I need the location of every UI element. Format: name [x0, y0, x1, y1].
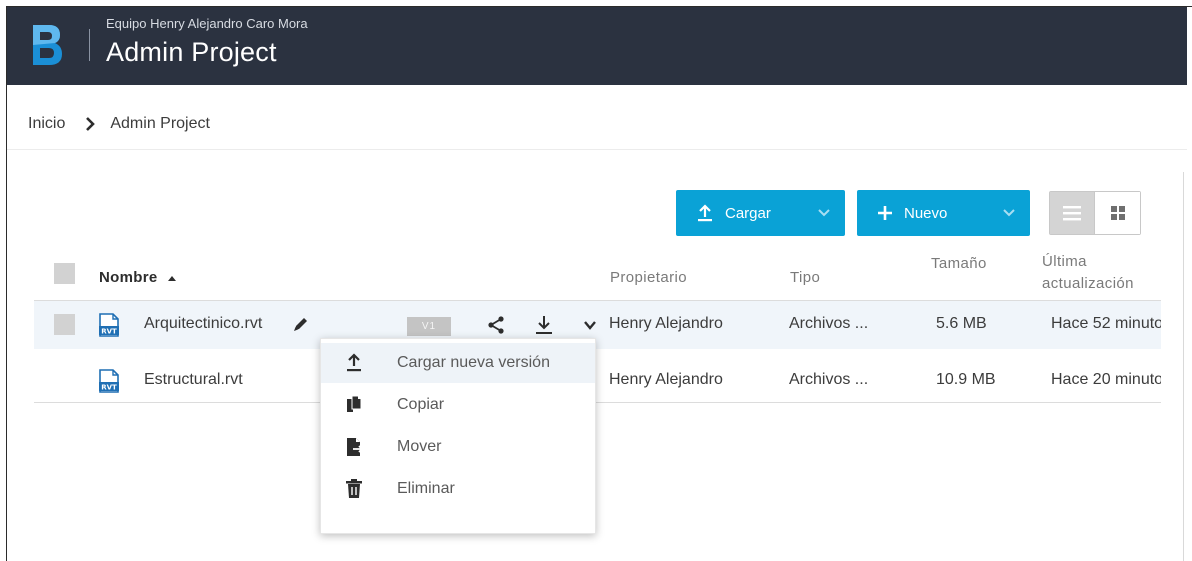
size-cell: 5.6 MB	[936, 315, 987, 332]
file-name-link[interactable]: Estructural.rvt	[144, 371, 243, 389]
menu-item-move[interactable]: Mover	[321, 427, 595, 467]
upload-main-action[interactable]: Cargar	[676, 190, 771, 236]
upload-button[interactable]: Cargar	[676, 190, 845, 236]
table-row[interactable]: RVT Arquitectinico.rvt V1 Henry Alejandr…	[34, 301, 1161, 349]
updated-cell: Hace 52 minutos	[1051, 315, 1161, 332]
breadcrumb-home-link[interactable]: Inicio	[28, 115, 65, 133]
version-badge[interactable]: V1	[407, 317, 451, 336]
list-view-icon	[1063, 206, 1081, 221]
trash-icon	[346, 479, 362, 498]
divider	[7, 149, 1187, 150]
table-row[interactable]: RVT Estructural.rvt Henry Alejandro Arch…	[34, 357, 1161, 403]
updated-cell: Hace 20 minutos	[1051, 371, 1161, 388]
upload-button-label: Cargar	[725, 204, 771, 222]
chevron-down-icon[interactable]	[583, 320, 597, 331]
header-divider	[89, 29, 90, 61]
menu-item-label: Cargar nueva versión	[397, 354, 550, 371]
menu-item-delete[interactable]: Eliminar	[321, 469, 595, 509]
new-button[interactable]: Nuevo	[857, 190, 1030, 236]
column-header-size[interactable]: Tamaño	[931, 255, 987, 272]
column-header-name-label: Nombre	[99, 269, 158, 286]
menu-item-copy[interactable]: Copiar	[321, 385, 595, 425]
grid-view-button[interactable]	[1095, 192, 1140, 234]
app-window: Equipo Henry Alejandro Caro Mora Admin P…	[6, 6, 1192, 561]
breadcrumb-current: Admin Project	[110, 115, 210, 132]
copy-icon	[347, 395, 362, 412]
upload-icon	[698, 204, 712, 222]
menu-item-label: Eliminar	[397, 480, 455, 497]
chevron-down-icon[interactable]	[817, 207, 831, 219]
type-cell: Archivos ...	[789, 371, 869, 388]
view-toggle	[1049, 191, 1141, 235]
column-header-updated-line1: Última	[1042, 253, 1087, 270]
pencil-icon[interactable]	[292, 315, 310, 333]
chevron-right-icon	[86, 117, 96, 131]
menu-item-label: Mover	[397, 438, 442, 455]
owner-cell: Henry Alejandro	[609, 315, 723, 332]
plus-icon	[878, 206, 892, 220]
bim360-logo-icon[interactable]	[29, 23, 65, 67]
download-icon[interactable]	[534, 314, 554, 336]
column-header-updated[interactable]: Última actualización	[1042, 251, 1134, 295]
breadcrumb: Inicio Admin Project	[28, 113, 210, 135]
sort-up-icon	[168, 275, 177, 281]
file-icon-text: RVT	[101, 328, 117, 336]
menu-item-label: Copiar	[397, 396, 445, 413]
move-file-icon	[347, 438, 364, 456]
upload-icon	[347, 353, 361, 372]
share-icon[interactable]	[486, 315, 506, 335]
size-cell: 10.9 MB	[936, 371, 996, 388]
column-header-owner[interactable]: Propietario	[610, 269, 687, 286]
file-icon-text: RVT	[101, 384, 117, 392]
row-checkbox[interactable]	[54, 314, 75, 335]
rvt-file-icon: RVT	[99, 313, 119, 337]
column-header-type[interactable]: Tipo	[790, 269, 820, 286]
header-bar: Equipo Henry Alejandro Caro Mora Admin P…	[7, 7, 1187, 85]
new-button-label: Nuevo	[904, 204, 948, 222]
list-view-button[interactable]	[1050, 192, 1096, 234]
select-all-checkbox[interactable]	[54, 263, 75, 284]
panel-edge	[1183, 172, 1187, 561]
owner-cell: Henry Alejandro	[609, 371, 723, 388]
column-header-name[interactable]: Nombre	[99, 269, 177, 286]
file-name-link[interactable]: Arquitectinico.rvt	[144, 315, 262, 333]
project-title[interactable]: Admin Project	[106, 37, 277, 68]
team-name[interactable]: Equipo Henry Alejandro Caro Mora	[106, 16, 308, 31]
column-header-updated-line2: actualización	[1042, 275, 1134, 292]
file-context-menu: Cargar nueva versión Copiar Mover Elimin…	[320, 338, 596, 534]
new-main-action[interactable]: Nuevo	[857, 190, 947, 236]
chevron-down-icon[interactable]	[1002, 207, 1016, 219]
type-cell: Archivos ...	[789, 315, 869, 332]
rvt-file-icon: RVT	[99, 369, 119, 393]
menu-item-upload-new-version[interactable]: Cargar nueva versión	[321, 343, 595, 383]
grid-view-icon	[1110, 206, 1125, 220]
